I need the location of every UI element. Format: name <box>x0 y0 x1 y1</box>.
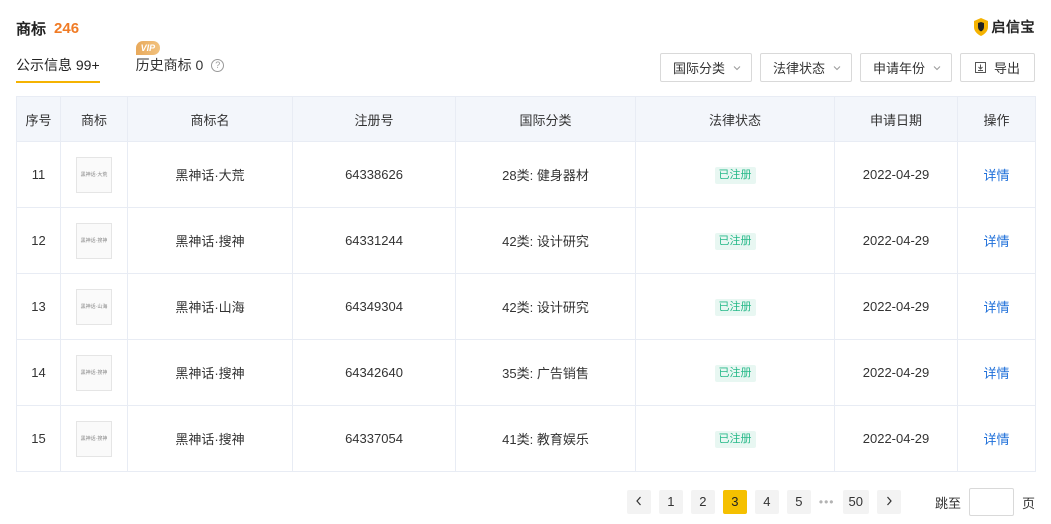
table-header-row: 序号 商标 商标名 注册号 国际分类 法律状态 申请日期 操作 <box>16 96 1036 142</box>
tab-bar: 公示信息 99+ VIP 历史商标 0 ? <box>16 41 225 84</box>
chevron-down-icon <box>833 65 841 70</box>
details-link[interactable]: 详情 <box>983 432 1009 447</box>
column-header: 法律状态 <box>635 96 835 142</box>
section-header: 商标 246 <box>16 17 79 39</box>
trademark-image[interactable]: 黑神话·山海 <box>76 288 112 325</box>
trademark-table: 序号 商标 商标名 注册号 国际分类 法律状态 申请日期 操作 11 黑神话·大… <box>16 96 1036 472</box>
export-button[interactable]: 导出 <box>959 53 1035 82</box>
trademark-image[interactable]: 黑神话·搜神 <box>76 222 112 259</box>
trademark-name: 黑神话·搜神 <box>127 339 293 406</box>
chevron-left-icon <box>636 496 641 506</box>
chevron-down-icon <box>933 65 941 70</box>
trademark-name: 黑神话·搜神 <box>127 405 293 472</box>
status-badge: 已注册 <box>714 166 756 184</box>
apply-date: 2022-04-29 <box>834 207 958 274</box>
trademark-image[interactable]: 黑神话·搜神 <box>76 420 112 457</box>
details-link[interactable]: 详情 <box>983 234 1009 249</box>
trademark-image[interactable]: 黑神话·搜神 <box>76 354 112 391</box>
status-badge: 已注册 <box>714 430 756 448</box>
tab-public-info-label: 公示信息 99+ <box>16 57 100 73</box>
column-header: 操作 <box>957 96 1036 142</box>
intl-class: 42类: 设计研究 <box>455 273 636 340</box>
intl-class: 42类: 设计研究 <box>455 207 636 274</box>
details-link[interactable]: 详情 <box>983 300 1009 315</box>
apply-date: 2022-04-29 <box>834 141 958 208</box>
filter-intl-class-label: 国际分类 <box>672 61 725 76</box>
registration-number: 64337054 <box>292 405 456 472</box>
goto-label: 跳至 <box>934 495 961 511</box>
column-header: 序号 <box>16 96 61 142</box>
page-button-last[interactable]: 50 <box>842 490 869 514</box>
registration-number: 64331244 <box>292 207 456 274</box>
filter-legal-status[interactable]: 法律状态 <box>759 53 852 82</box>
shield-icon <box>973 18 988 36</box>
page-button[interactable]: 4 <box>754 490 779 514</box>
table-row: 14 黑神话·搜神 黑神话·搜神 64342640 35类: 广告销售 已注册 … <box>16 339 1036 406</box>
intl-class: 41类: 教育娱乐 <box>455 405 636 472</box>
help-icon[interactable]: ? <box>211 58 225 72</box>
apply-date: 2022-04-29 <box>834 405 958 472</box>
table-row: 12 黑神话·搜神 黑神话·搜神 64331244 42类: 设计研究 已注册 … <box>16 207 1036 274</box>
trademark-name: 黑神话·山海 <box>127 273 293 340</box>
trademark-image[interactable]: 黑神话·大荒 <box>76 156 112 193</box>
table-row: 15 黑神话·搜神 黑神话·搜神 64337054 41类: 教育娱乐 已注册 … <box>16 405 1036 472</box>
filter-legal-status-label: 法律状态 <box>772 61 825 76</box>
table-row: 11 黑神话·大荒 黑神话·大荒 64338626 28类: 健身器材 已注册 … <box>16 141 1036 208</box>
filter-apply-year[interactable]: 申请年份 <box>859 53 952 82</box>
brand-name: 启信宝 <box>991 19 1035 35</box>
row-index: 14 <box>16 339 61 406</box>
chevron-right-icon <box>887 496 892 506</box>
row-index: 13 <box>16 273 61 340</box>
filter-bar: 国际分类 法律状态 申请年份 导出 <box>659 53 1035 82</box>
download-icon <box>974 62 986 73</box>
apply-date: 2022-04-29 <box>834 273 958 340</box>
apply-date: 2022-04-29 <box>834 339 958 406</box>
row-index: 11 <box>16 141 61 208</box>
trademark-count: 246 <box>54 19 80 37</box>
next-page-button[interactable] <box>876 490 901 514</box>
status-badge: 已注册 <box>714 298 756 316</box>
page-button-current[interactable]: 3 <box>722 490 747 514</box>
tab-history-trademarks[interactable]: VIP 历史商标 0 ? <box>135 41 225 82</box>
page-button[interactable]: 2 <box>690 490 715 514</box>
column-header: 申请日期 <box>834 96 958 142</box>
pagination: 1 2 3 4 5 ••• 50 跳至 页 <box>626 488 1035 516</box>
chevron-down-icon <box>733 65 741 70</box>
tab-public-info[interactable]: 公示信息 99+ <box>16 54 100 83</box>
status-badge: 已注册 <box>714 232 756 250</box>
row-index: 12 <box>16 207 61 274</box>
column-header: 商标 <box>60 96 128 142</box>
export-label: 导出 <box>993 61 1020 76</box>
pagination-ellipsis[interactable]: ••• <box>819 495 835 509</box>
registration-number: 64349304 <box>292 273 456 340</box>
row-index: 15 <box>16 405 61 472</box>
goto-page-input[interactable] <box>968 488 1014 516</box>
column-header: 国际分类 <box>455 96 636 142</box>
table-row: 13 黑神话·山海 黑神话·山海 64349304 42类: 设计研究 已注册 … <box>16 273 1036 340</box>
column-header: 商标名 <box>127 96 293 142</box>
page-suffix: 页 <box>1021 495 1035 511</box>
filter-apply-year-label: 申请年份 <box>872 61 925 76</box>
trademark-name: 黑神话·大荒 <box>127 141 293 208</box>
details-link[interactable]: 详情 <box>983 168 1009 183</box>
intl-class: 35类: 广告销售 <box>455 339 636 406</box>
filter-intl-class[interactable]: 国际分类 <box>659 53 752 82</box>
registration-number: 64342640 <box>292 339 456 406</box>
intl-class: 28类: 健身器材 <box>455 141 636 208</box>
column-header: 注册号 <box>292 96 456 142</box>
details-link[interactable]: 详情 <box>983 366 1009 381</box>
vip-badge: VIP <box>135 41 161 55</box>
prev-page-button[interactable] <box>626 490 651 514</box>
trademark-name: 黑神话·搜神 <box>127 207 293 274</box>
section-title: 商标 <box>16 20 47 38</box>
brand-logo: 启信宝 <box>973 17 1036 37</box>
tab-history-label: 历史商标 0 <box>135 57 204 73</box>
page-button[interactable]: 5 <box>786 490 811 514</box>
registration-number: 64338626 <box>292 141 456 208</box>
status-badge: 已注册 <box>714 364 756 382</box>
page-button[interactable]: 1 <box>658 490 683 514</box>
